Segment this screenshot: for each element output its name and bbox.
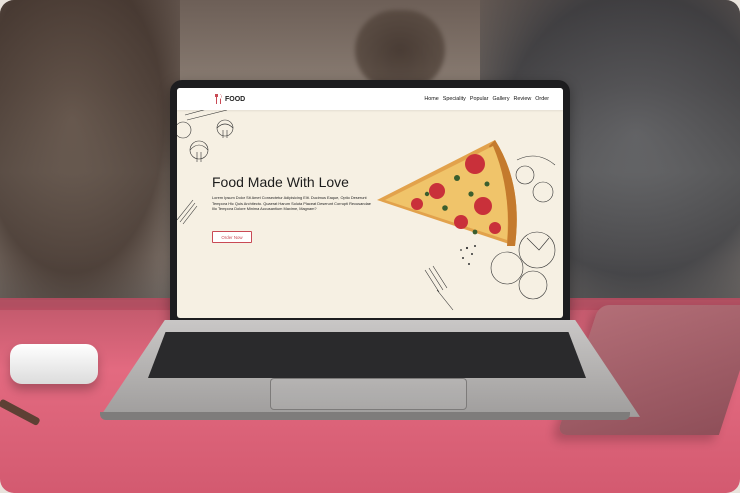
fork-knife-icon	[215, 94, 222, 104]
laptop-front-edge	[100, 412, 630, 420]
nav-home[interactable]: Home	[424, 96, 438, 102]
nav-review[interactable]: Review	[514, 96, 532, 102]
navbar: FOOD Home Speciality Popular Gallery Rev…	[177, 88, 563, 110]
hero-title: Food Made With Love	[212, 174, 349, 190]
background-blur-left	[0, 0, 180, 300]
nav-popular[interactable]: Popular	[470, 96, 489, 102]
earbuds-case	[10, 344, 98, 384]
pencil	[0, 398, 41, 427]
photo-scene: FOOD Home Speciality Popular Gallery Rev…	[0, 0, 740, 493]
brand[interactable]: FOOD	[215, 94, 245, 104]
pizza-slice-image	[377, 140, 517, 246]
nav-links: Home Speciality Popular Gallery Review O…	[424, 96, 549, 102]
nav-gallery[interactable]: Gallery	[492, 96, 509, 102]
order-now-button[interactable]: Order Now	[212, 231, 252, 243]
nav-order[interactable]: Order	[535, 96, 549, 102]
keyboard	[148, 332, 586, 378]
hero-description: Lorem Ipsum Dolor Sit Amet Consectetur A…	[212, 195, 371, 212]
nav-speciality[interactable]: Speciality	[443, 96, 466, 102]
background-person	[355, 10, 445, 90]
laptop-screen: FOOD Home Speciality Popular Gallery Rev…	[177, 88, 563, 318]
trackpad	[270, 378, 467, 410]
brand-name: FOOD	[225, 95, 246, 103]
